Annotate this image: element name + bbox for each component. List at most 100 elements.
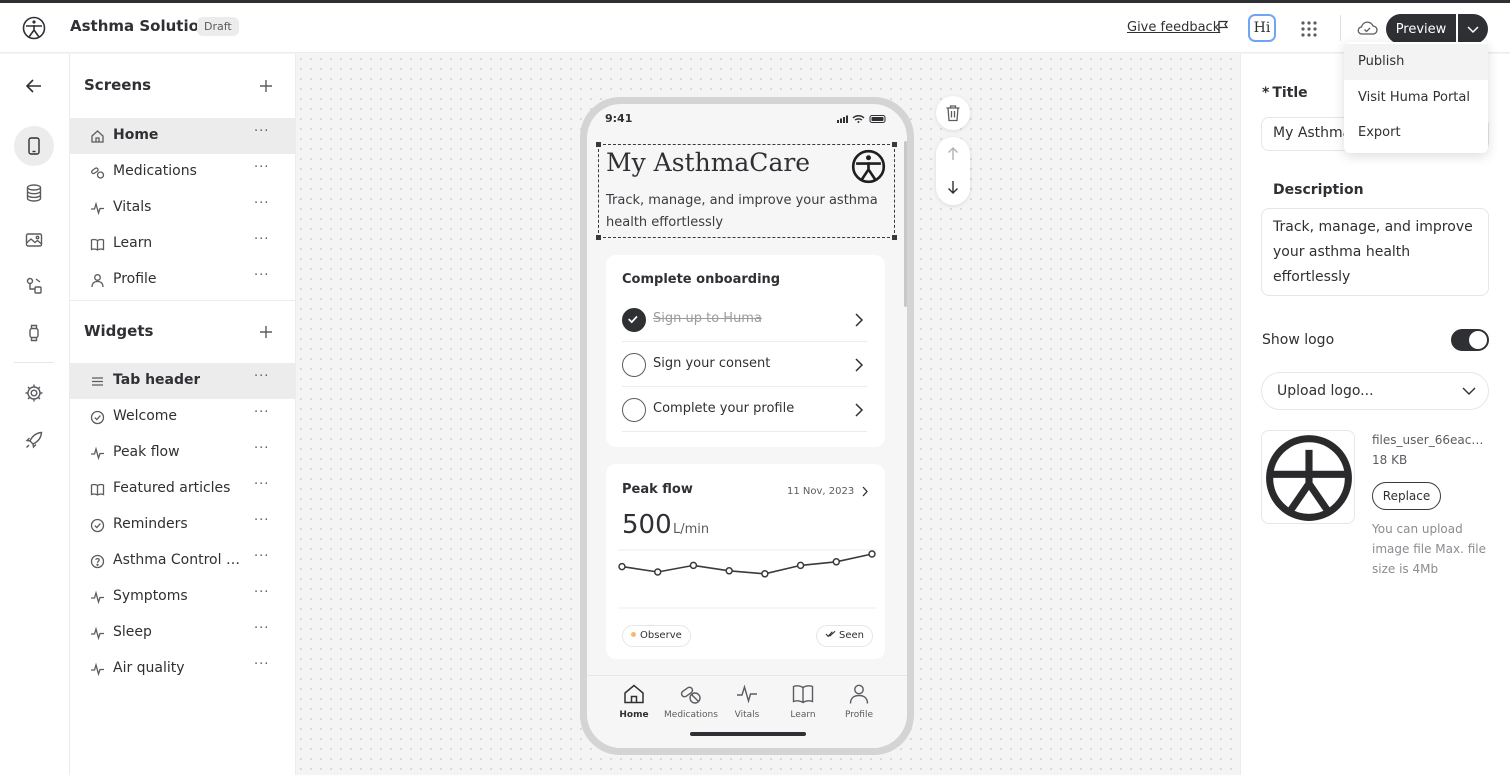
tab-learn[interactable]: Learn <box>773 682 833 720</box>
sidebar-item-asthma-control-test[interactable]: Asthma Control T... ··· <box>70 543 295 579</box>
more-options-icon[interactable]: ··· <box>254 369 269 384</box>
back-button[interactable] <box>14 66 54 106</box>
pills-icon <box>680 686 701 704</box>
tab-header-title: My AsthmaCare <box>606 148 811 177</box>
tab-medications[interactable]: Medications <box>661 682 721 720</box>
sidebar-item-reminders[interactable]: Reminders ··· <box>70 507 295 543</box>
book-icon <box>792 685 814 704</box>
tab-profile[interactable]: Profile <box>829 682 889 720</box>
rail-media[interactable] <box>14 220 54 260</box>
tab-header-description: Track, manage, and improve your asthma h… <box>606 193 878 230</box>
more-options-icon[interactable]: ··· <box>254 232 269 247</box>
rail-publish[interactable] <box>14 420 54 460</box>
more-options-icon[interactable]: ··· <box>254 513 269 528</box>
checkmark-icon <box>628 315 638 324</box>
rail-workflows[interactable] <box>14 266 54 306</box>
peak-flow-card[interactable]: Peak flow 11 Nov, 2023 500 L/min Observe… <box>606 464 885 659</box>
sidebar-item-label: Reminders <box>113 516 188 532</box>
add-widget-icon[interactable] <box>258 324 274 340</box>
sidebar-item-vitals[interactable]: Vitals ··· <box>70 190 295 226</box>
sidebar-item-home[interactable]: Home ··· <box>70 118 295 154</box>
apps-grid-icon[interactable] <box>1300 20 1318 38</box>
sidebar-item-air-quality[interactable]: Air quality ··· <box>70 651 295 687</box>
book-icon <box>90 238 105 251</box>
sidebar-item-sleep[interactable]: Sleep ··· <box>70 615 295 651</box>
more-options-icon[interactable]: ··· <box>254 477 269 492</box>
more-options-icon[interactable]: ··· <box>254 441 269 456</box>
home-icon <box>624 684 644 704</box>
sidebar-item-label: Tab header <box>113 372 201 388</box>
more-options-icon[interactable]: ··· <box>254 621 269 636</box>
huma-logo-icon[interactable] <box>22 16 46 40</box>
logo-thumbnail <box>1261 430 1355 524</box>
more-options-icon[interactable]: ··· <box>254 196 269 211</box>
title-field-label: * Title <box>1262 85 1308 101</box>
left-rail <box>0 54 70 775</box>
rail-devices[interactable] <box>14 313 54 353</box>
card-title: Complete onboarding <box>622 272 781 287</box>
preview-button[interactable]: Preview <box>1386 14 1456 44</box>
trend-point <box>725 567 733 575</box>
sidebar-item-welcome[interactable]: Welcome ··· <box>70 399 295 435</box>
sidebar-item-symptoms[interactable]: Symptoms ··· <box>70 579 295 615</box>
sidebar-item-tab-header[interactable]: Tab header ··· <box>70 363 295 399</box>
menu-item-publish[interactable]: Publish <box>1344 44 1488 80</box>
more-options-icon[interactable]: ··· <box>254 549 269 564</box>
phone-scrollbar[interactable] <box>904 141 907 307</box>
replace-logo-button[interactable]: Replace <box>1372 482 1441 510</box>
sidebar-item-peak-flow[interactable]: Peak flow ··· <box>70 435 295 471</box>
observe-dot-icon <box>631 632 636 637</box>
required-asterisk: * <box>1262 85 1270 101</box>
widgets-heading: Widgets <box>84 322 154 340</box>
trend-point <box>832 558 841 566</box>
database-icon <box>26 184 42 202</box>
arrow-down-icon[interactable] <box>947 180 959 194</box>
upload-hint-text: You can upload image file Max. file size… <box>1372 522 1486 576</box>
show-logo-toggle[interactable] <box>1451 329 1489 351</box>
add-screen-icon[interactable] <box>258 78 274 94</box>
signal-wifi-battery-icon <box>837 115 886 123</box>
person-icon <box>849 684 869 704</box>
task-label: Sign up to Huma <box>653 311 762 326</box>
sidebar-item-label: Air quality <box>113 660 185 676</box>
task-checkbox[interactable] <box>622 398 646 422</box>
double-check-icon <box>825 630 836 638</box>
task-sign-up[interactable]: Sign up to Huma <box>622 298 867 342</box>
person-icon <box>91 274 104 288</box>
task-sign-consent[interactable]: Sign your consent <box>622 343 867 387</box>
task-checkbox[interactable] <box>622 308 646 332</box>
rail-screens[interactable] <box>14 126 54 166</box>
more-options-icon[interactable]: ··· <box>254 268 269 283</box>
logo-file-size: 18 KB <box>1372 453 1408 467</box>
tab-vitals[interactable]: Vitals <box>717 682 777 720</box>
assistant-badge[interactable]: Hi <box>1248 14 1276 42</box>
menu-item-visit-portal[interactable]: Visit Huma Portal <box>1344 80 1488 116</box>
more-options-icon[interactable]: ··· <box>254 657 269 672</box>
more-options-icon[interactable]: ··· <box>254 160 269 175</box>
rail-database[interactable] <box>14 173 54 213</box>
arrow-up-icon[interactable] <box>947 147 959 161</box>
pulse-icon <box>737 684 757 704</box>
rail-divider <box>14 362 54 363</box>
more-options-icon[interactable]: ··· <box>254 585 269 600</box>
delete-widget-button[interactable] <box>936 96 970 130</box>
rail-settings[interactable] <box>14 373 54 413</box>
sidebar-item-profile[interactable]: Profile ··· <box>70 262 295 298</box>
sidebar-divider <box>70 300 295 301</box>
give-feedback-link[interactable]: Give feedback <box>1127 20 1220 35</box>
description-textarea[interactable]: Track, manage, and improve your asthma h… <box>1261 208 1489 296</box>
sidebar-item-label: Featured articles <box>113 480 231 496</box>
more-options-icon[interactable]: ··· <box>254 405 269 420</box>
sidebar-item-medications[interactable]: Medications ··· <box>70 154 295 190</box>
upload-logo-select[interactable]: Upload logo... <box>1261 372 1489 410</box>
tab-home[interactable]: Home <box>604 682 664 720</box>
flag-icon[interactable] <box>1216 20 1230 34</box>
home-icon <box>91 130 104 143</box>
task-checkbox[interactable] <box>622 353 646 377</box>
sidebar-item-featured-articles[interactable]: Featured articles ··· <box>70 471 295 507</box>
sidebar-item-learn[interactable]: Learn ··· <box>70 226 295 262</box>
menu-item-export[interactable]: Export <box>1344 115 1488 151</box>
more-options-icon[interactable]: ··· <box>254 124 269 139</box>
task-complete-profile[interactable]: Complete your profile <box>622 388 867 432</box>
preview-dropdown-button[interactable] <box>1458 14 1488 44</box>
